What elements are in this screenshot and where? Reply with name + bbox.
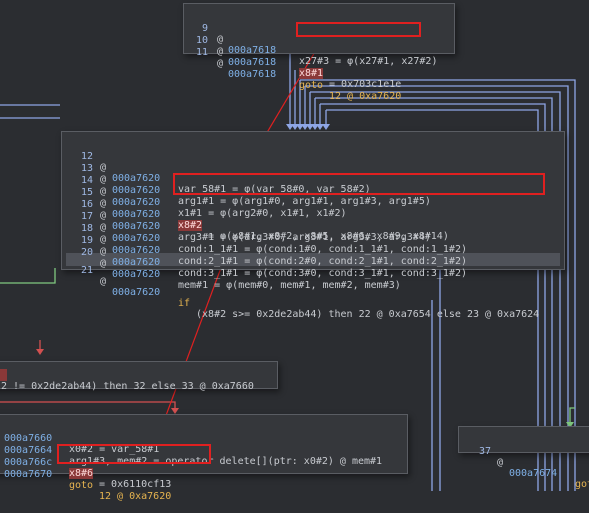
il-line-a7660[interactable]: 000a7660 x0#2 = var_58#1	[0, 422, 407, 455]
il-line-11[interactable]: 11 @ 000a7618 goto 12 @ 0xa7620	[184, 36, 454, 102]
il-line-21[interactable]: 21 @ 000a7620 if (x8#2 s>= 0x2de2ab44) t…	[62, 254, 564, 320]
var-x8-6[interactable]: x8#6	[69, 468, 94, 479]
basic-block-bottom-left[interactable]: 000a7660 x0#2 = var_58#1 000a7664 arg1#3…	[0, 414, 408, 502]
il-line-18[interactable]: 18 @ 000a7620 cond:2_1#1 = φ(cond:2#0, c…	[62, 212, 564, 267]
basic-block-mid-left[interactable]: 2 != 0x2de2ab44) then 32 else 33 @ 0xa76…	[0, 361, 278, 392]
highlight-box-x8-2-phi	[173, 173, 545, 195]
il-line-12[interactable]: 12 @ 000a7620 var_58#1 = φ(var_58#0, var…	[62, 140, 564, 195]
il-line-37[interactable]: 37 @ 000a7674 got	[459, 435, 589, 490]
il-line-13[interactable]: 13 @ 000a7620 arg1#1 = φ(arg1#0, arg1#1,…	[62, 152, 564, 207]
il-line-17[interactable]: 17 @ 000a7620 cond:1_1#1 = φ(cond:1#0, c…	[62, 200, 564, 255]
il-line-cond[interactable]: 2 != 0x2de2ab44) then 32 else 33 @ 0xa76…	[0, 370, 277, 392]
edge-green-left	[0, 268, 56, 284]
var-x8-2-partial	[0, 369, 7, 381]
basic-block-main[interactable]: 12 @ 000a7620 var_58#1 = φ(var_58#0, var…	[61, 131, 565, 320]
il-line-20[interactable]: 20 @ 000a7620 mem#1 = φ(mem#0, mem#1, me…	[62, 236, 564, 291]
var-x8-1[interactable]: x8#1	[299, 68, 324, 79]
highlight-box-x8-1	[296, 22, 421, 37]
il-line-19[interactable]: 19 @ 000a7620 cond:3_1#1 = φ(cond:3#0, c…	[62, 224, 564, 279]
highlight-box-x8-6	[57, 444, 211, 464]
edge-red-2	[0, 401, 176, 410]
basic-block-right[interactable]: 37 @ 000a7674 got	[458, 426, 589, 490]
basic-block-top[interactable]: 9 @ 000a7618 x27#3 = φ(x27#1, x27#2) 10 …	[183, 3, 455, 102]
